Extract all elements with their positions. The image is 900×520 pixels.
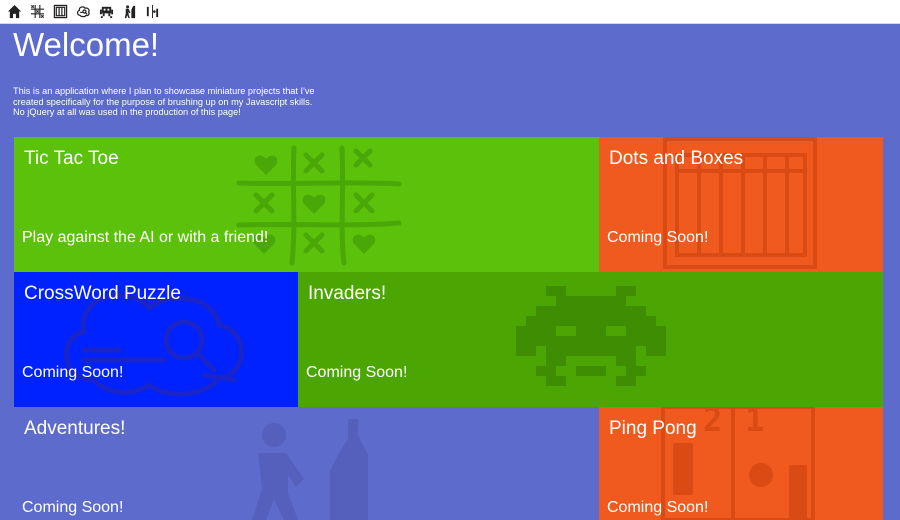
nav-home-button[interactable] xyxy=(6,3,23,20)
tic-tac-toe-grid-icon xyxy=(30,4,45,19)
tile-tic-tac-toe[interactable]: Tic Tac Toe Play against the AI or with … xyxy=(14,137,599,272)
tile-dots-and-boxes[interactable]: Dots and Boxes Coming Soon! xyxy=(599,137,883,272)
top-navbar xyxy=(0,0,900,24)
tile-description: Play against the AI or with a friend! xyxy=(22,229,269,246)
tile-adventures[interactable]: Adventures! Coming Soon! xyxy=(14,407,599,520)
tile-description: Coming Soon! xyxy=(607,499,709,516)
nav-pingpong-button[interactable] xyxy=(144,3,161,20)
page-title: Welcome! xyxy=(13,26,160,63)
climber-background-icon xyxy=(252,419,368,520)
dots-and-boxes-icon xyxy=(53,4,68,19)
tile-description: Coming Soon! xyxy=(607,229,709,246)
tile-title: Invaders! xyxy=(308,283,387,304)
intro-line: No jQuery at all was used in the product… xyxy=(13,107,241,117)
tile-invaders[interactable]: Invaders! Coming Soon! xyxy=(298,272,883,407)
score-right: 1 xyxy=(745,407,765,439)
tile-title: Ping Pong xyxy=(609,418,697,439)
tile-title: CrossWord Puzzle xyxy=(24,283,181,304)
intro-text: This is an application where I plan to s… xyxy=(13,86,373,118)
tile-ping-pong[interactable]: 2 1 Ping Pong Coming Soon! xyxy=(599,407,883,520)
tile-title: Adventures! xyxy=(24,418,126,439)
nav-adventures-button[interactable] xyxy=(121,3,138,20)
tile-description: Coming Soon! xyxy=(306,364,408,381)
nav-tictactoe-button[interactable] xyxy=(29,3,46,20)
tile-title: Dots and Boxes xyxy=(609,148,744,169)
tic-tac-toe-background-icon xyxy=(236,145,402,266)
tile-title: Tic Tac Toe xyxy=(24,148,119,169)
invader-icon xyxy=(99,6,114,19)
tile-description: Coming Soon! xyxy=(22,499,124,516)
ping-pong-icon xyxy=(146,4,159,19)
intro-line: created specifically for the purpose of … xyxy=(13,96,313,107)
nav-dots-boxes-button[interactable] xyxy=(52,3,69,20)
nav-invaders-button[interactable] xyxy=(98,3,115,20)
intro-line: This is an application where I plan to s… xyxy=(13,86,315,96)
invader-background-icon xyxy=(516,286,666,386)
nav-crossword-button[interactable] xyxy=(75,3,92,20)
tile-description: Coming Soon! xyxy=(22,364,124,381)
climber-icon xyxy=(124,5,136,19)
crossword-icon xyxy=(76,6,90,18)
score-left: 2 xyxy=(703,407,723,439)
tile-crossword-puzzle[interactable]: CrossWord Puzzle Coming Soon! xyxy=(14,272,298,407)
home-icon xyxy=(7,4,22,19)
